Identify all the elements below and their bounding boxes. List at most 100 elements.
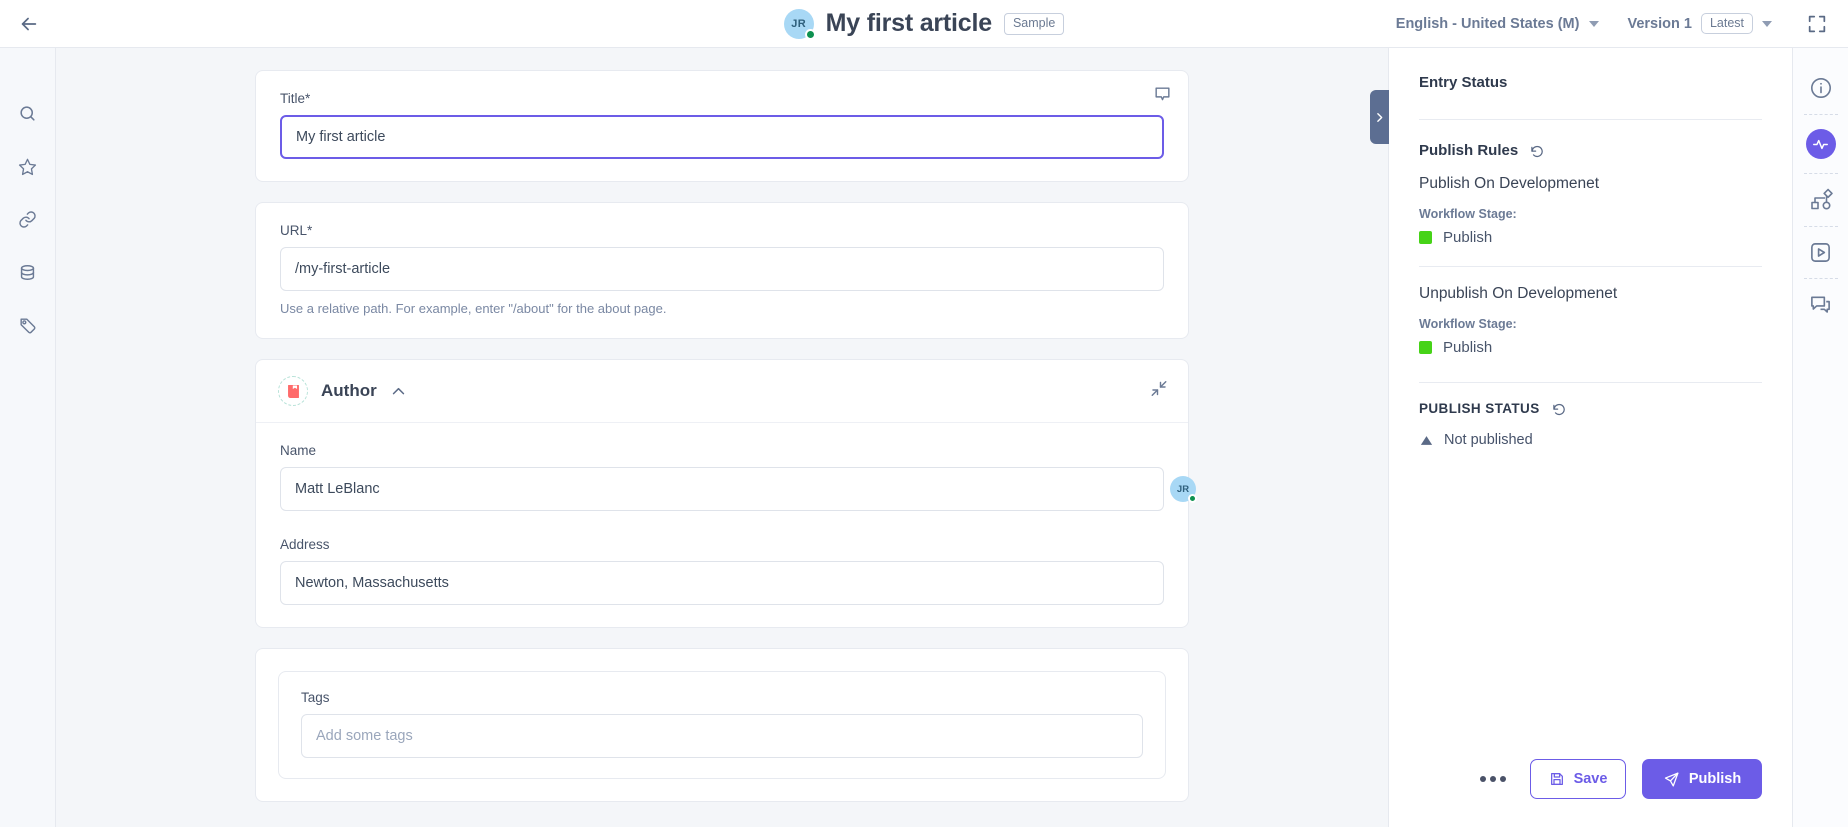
locale-label: English - United States (M) <box>1395 15 1580 32</box>
rail-item <box>1793 115 1848 173</box>
url-hint: Use a relative path. For example, enter … <box>280 301 667 316</box>
status-swatch <box>1419 231 1432 244</box>
body: Title* URL* Use a relative path. For exa… <box>0 48 1848 827</box>
undo-icon[interactable] <box>1530 143 1545 158</box>
right-icon-rail <box>1792 48 1848 827</box>
save-label: Save <box>1573 771 1608 787</box>
avatar-initials: JR <box>1176 483 1190 495</box>
rail-item <box>1793 279 1848 330</box>
tags-input[interactable] <box>301 714 1143 758</box>
publish-status-text: Not published <box>1444 432 1533 448</box>
book-icon <box>278 376 308 406</box>
rule-name: Publish On Developmenet <box>1419 175 1600 192</box>
triangle-icon <box>1420 435 1433 445</box>
workflow-stage-value: Publish <box>1443 339 1493 356</box>
workflow-stage-value-row: Publish <box>1419 339 1762 356</box>
tags-card: Tags <box>255 648 1189 802</box>
title-field-label: Title* <box>280 91 311 106</box>
activity-pulse-icon[interactable] <box>1805 129 1836 159</box>
latest-badge: Latest <box>1700 13 1753 34</box>
play-box-icon[interactable] <box>1809 241 1832 264</box>
version-label: Version 1 <box>1627 15 1692 32</box>
author-section-title: Author <box>321 381 377 400</box>
publish-rule-item: Publish On Developmenet Workflow Stage: … <box>1419 175 1762 246</box>
chevron-up-icon[interactable] <box>390 383 407 400</box>
page-title: My first article <box>825 9 993 37</box>
address-field-label: Address <box>280 537 330 552</box>
publish-button[interactable]: Publish <box>1642 759 1762 799</box>
divider <box>1419 382 1762 383</box>
publish-status-heading: PUBLISH STATUS <box>1419 401 1540 416</box>
panel-footer: Save Publish <box>1389 759 1792 827</box>
tags-subcard: Tags <box>278 671 1166 779</box>
presence-dot <box>804 28 816 40</box>
fullscreen-button[interactable] <box>1786 0 1848 48</box>
back-button[interactable] <box>0 0 58 48</box>
author-address-row: Address <box>256 533 1188 627</box>
entry-status-panel: Entry Status Publish Rules Publish On De… <box>1370 48 1792 827</box>
workflow-stage-value-row: Publish <box>1419 229 1762 246</box>
title-input[interactable] <box>280 115 1164 159</box>
star-icon[interactable] <box>9 147 47 185</box>
chevron-down-icon <box>1589 20 1600 27</box>
publish-status-heading-row: PUBLISH STATUS <box>1419 401 1762 416</box>
undo-icon[interactable] <box>1552 401 1567 416</box>
title-card-body: Title* <box>256 71 1188 181</box>
more-dots-icon[interactable] <box>1472 766 1514 792</box>
locale-selector[interactable]: English - United States (M) <box>1382 0 1614 48</box>
publish-rules-heading-row: Publish Rules <box>1419 142 1762 159</box>
chevron-down-icon <box>1762 20 1772 27</box>
save-button[interactable]: Save <box>1530 759 1626 799</box>
tags-field-label: Tags <box>301 690 330 705</box>
url-card: URL* Use a relative path. For example, e… <box>255 202 1189 339</box>
form-scroll-area[interactable]: Title* URL* Use a relative path. For exa… <box>56 48 1388 827</box>
tag-location-icon[interactable] <box>9 306 47 344</box>
rail-item <box>1793 62 1848 114</box>
workflow-stage-label: Workflow Stage: <box>1419 207 1517 221</box>
avatar[interactable]: JR <box>783 8 816 40</box>
rule-name: Unpublish On Developmenet <box>1419 285 1618 302</box>
app-root: JR My first article Sample English - Uni… <box>0 0 1848 827</box>
rail-item <box>1793 174 1848 226</box>
sample-badge: Sample <box>1003 12 1065 35</box>
arrow-left-icon <box>21 17 37 30</box>
top-bar: JR My first article Sample English - Uni… <box>0 0 1848 48</box>
link-icon[interactable] <box>9 200 47 238</box>
chat-bubbles-icon[interactable] <box>1809 293 1832 316</box>
database-icon[interactable] <box>9 253 47 291</box>
workflow-stage-label: Workflow Stage: <box>1419 317 1517 331</box>
form-column: Title* URL* Use a relative path. For exa… <box>255 70 1197 827</box>
chevron-right-icon <box>1377 112 1383 122</box>
fullscreen-icon <box>1808 15 1826 32</box>
divider <box>1419 119 1762 120</box>
author-card: Author Name JR <box>255 359 1197 628</box>
shrink-icon[interactable] <box>1150 380 1168 403</box>
comment-icon[interactable] <box>1153 85 1172 109</box>
url-input[interactable] <box>280 247 1164 291</box>
name-input-wrap: JR <box>280 467 1197 511</box>
rail-item <box>1793 227 1848 278</box>
publish-rules-heading: Publish Rules <box>1419 142 1519 159</box>
status-swatch <box>1419 341 1432 354</box>
paper-plane-icon <box>1664 771 1679 787</box>
panel-body: Entry Status Publish Rules Publish On De… <box>1389 48 1792 759</box>
search-icon[interactable] <box>9 94 47 132</box>
publish-label: Publish <box>1688 771 1742 787</box>
name-field-label: Name <box>280 443 317 458</box>
panel-collapse-handle[interactable] <box>1370 90 1389 144</box>
address-input[interactable] <box>280 561 1164 605</box>
workflow-nodes-icon[interactable] <box>1809 188 1833 212</box>
version-selector[interactable]: Version 1 Latest <box>1613 0 1786 48</box>
name-input[interactable] <box>280 467 1164 511</box>
left-icon-rail <box>0 48 56 827</box>
divider <box>1419 266 1762 267</box>
top-bar-right: English - United States (M) Version 1 La… <box>1382 0 1848 48</box>
url-field-label: URL* <box>280 223 313 238</box>
panel-title: Entry Status <box>1419 74 1508 91</box>
avatar[interactable]: JR <box>1170 476 1197 503</box>
author-name-row: Name JR <box>256 423 1197 533</box>
floppy-disk-icon <box>1550 773 1563 785</box>
avatar-initials: JR <box>791 17 806 30</box>
info-icon[interactable] <box>1809 76 1833 100</box>
publish-rule-item: Unpublish On Developmenet Workflow Stage… <box>1419 285 1762 356</box>
